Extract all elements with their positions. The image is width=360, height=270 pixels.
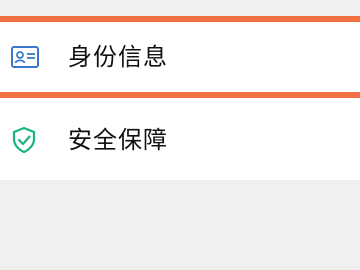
empty-area	[0, 180, 360, 270]
top-spacer	[0, 0, 360, 16]
shield-check-icon	[11, 126, 41, 156]
id-card-icon	[10, 42, 40, 72]
menu-item-identity-info[interactable]: 身份信息	[0, 16, 360, 98]
menu-item-label: 身份信息	[68, 43, 168, 71]
menu-list: 身份信息 安全保障	[0, 16, 360, 180]
settings-screen: 身份信息 安全保障	[0, 0, 360, 270]
menu-item-security[interactable]: 安全保障	[0, 98, 360, 180]
menu-item-label: 安全保障	[68, 126, 168, 154]
